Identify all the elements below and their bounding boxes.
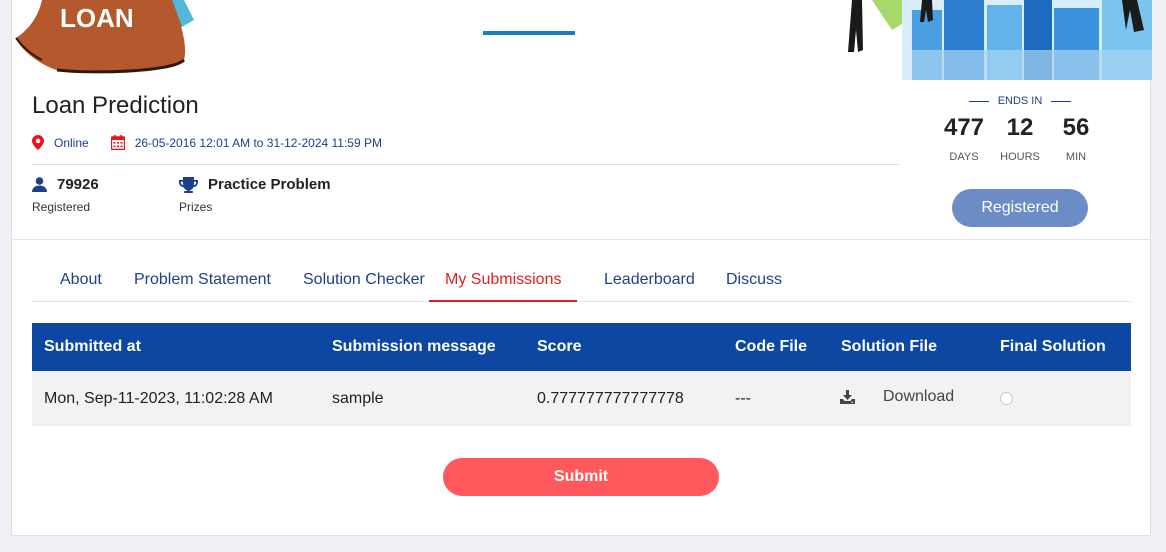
download-label: Download <box>883 388 955 405</box>
days-label: DAYS <box>949 151 979 163</box>
registered-button[interactable]: Registered <box>952 189 1088 227</box>
registered-stat: 79926 Registered <box>32 176 99 214</box>
header-submitted-at: Submitted at <box>44 338 141 355</box>
tab-discuss[interactable]: Discuss <box>710 260 798 302</box>
contest-title: Loan Prediction <box>32 92 199 119</box>
logo-lettering: LOAN <box>60 3 134 33</box>
contest-tabs: About Problem Statement Solution Checker… <box>32 260 1131 302</box>
hours-value: 12 <box>1006 114 1034 141</box>
table-header: Submitted at Submission message Score Co… <box>32 323 1131 371</box>
business-city-illustration <box>832 0 1152 80</box>
submitted-at: Mon, Sep-11-2023, 11:02:28 AM <box>44 390 273 407</box>
tab-leaderboard[interactable]: Leaderboard <box>588 260 711 302</box>
banner-underline <box>483 31 575 35</box>
header-submission-message: Submission message <box>332 338 496 355</box>
prize-stat: Practice Problem Prizes <box>179 176 331 214</box>
calendar-icon <box>110 135 125 150</box>
divider-dash <box>1051 100 1072 102</box>
table-row: Mon, Sep-11-2023, 11:02:28 AM sample 0.7… <box>32 371 1131 426</box>
contest-banner: LOAN <box>12 0 1152 80</box>
trophy-icon <box>179 176 198 193</box>
tab-solution-checker[interactable]: Solution Checker <box>287 260 441 302</box>
header-solution-file: Solution File <box>841 338 937 355</box>
code-file: --- <box>735 390 751 407</box>
submit-button[interactable]: Submit <box>443 458 719 496</box>
banner-title-remnant <box>427 0 637 2</box>
contest-dates: 26-05-2016 12:01 AM to 31-12-2024 11:59 … <box>134 135 382 150</box>
final-solution-cell <box>1000 371 1013 428</box>
final-solution-radio[interactable] <box>1000 392 1013 405</box>
minutes-value: 56 <box>1062 114 1090 141</box>
header-code-file: Code File <box>735 338 808 355</box>
header-divider <box>12 239 1150 240</box>
minutes-label: MIN <box>1065 151 1087 163</box>
user-icon <box>32 177 47 192</box>
countdown: ENDS IN 477 DAYS 12 HOURS 56 MIN <box>912 95 1128 163</box>
contest-card: LOAN Loan Prediction Online 26-05-2016 1… <box>11 0 1152 536</box>
contest-meta: Online 26-05-2016 12:01 AM to 31-12-2024… <box>32 135 404 150</box>
submission-message: sample <box>332 390 384 407</box>
registered-count: 79926 <box>57 176 99 193</box>
location-pin-icon <box>32 135 44 150</box>
days-value: 477 <box>943 114 985 141</box>
download-link[interactable]: Download <box>840 369 954 424</box>
hours-label: HOURS <box>1000 151 1040 163</box>
submission-score: 0.777777777777778 <box>537 390 684 407</box>
tab-my-submissions[interactable]: My Submissions <box>429 260 578 302</box>
header-final-solution: Final Solution <box>1000 338 1106 355</box>
tab-about[interactable]: About <box>44 260 118 302</box>
tab-problem-statement[interactable]: Problem Statement <box>118 260 287 302</box>
registered-label: Registered <box>32 200 91 214</box>
countdown-minutes: 56 MIN <box>1048 114 1104 163</box>
prize-label: Prizes <box>179 200 213 214</box>
countdown-hours: 12 HOURS <box>992 114 1048 163</box>
prize-value: Practice Problem <box>208 176 331 193</box>
submissions-table: Submitted at Submission message Score Co… <box>32 323 1131 426</box>
meta-divider <box>32 164 900 165</box>
countdown-heading: ENDS IN <box>997 95 1043 107</box>
loan-bag-logo: LOAN <box>15 0 194 74</box>
download-icon <box>840 389 855 404</box>
header-score: Score <box>537 338 582 355</box>
contest-location: Online <box>54 135 89 150</box>
countdown-days: 477 DAYS <box>936 114 992 163</box>
divider-dash <box>968 100 989 102</box>
